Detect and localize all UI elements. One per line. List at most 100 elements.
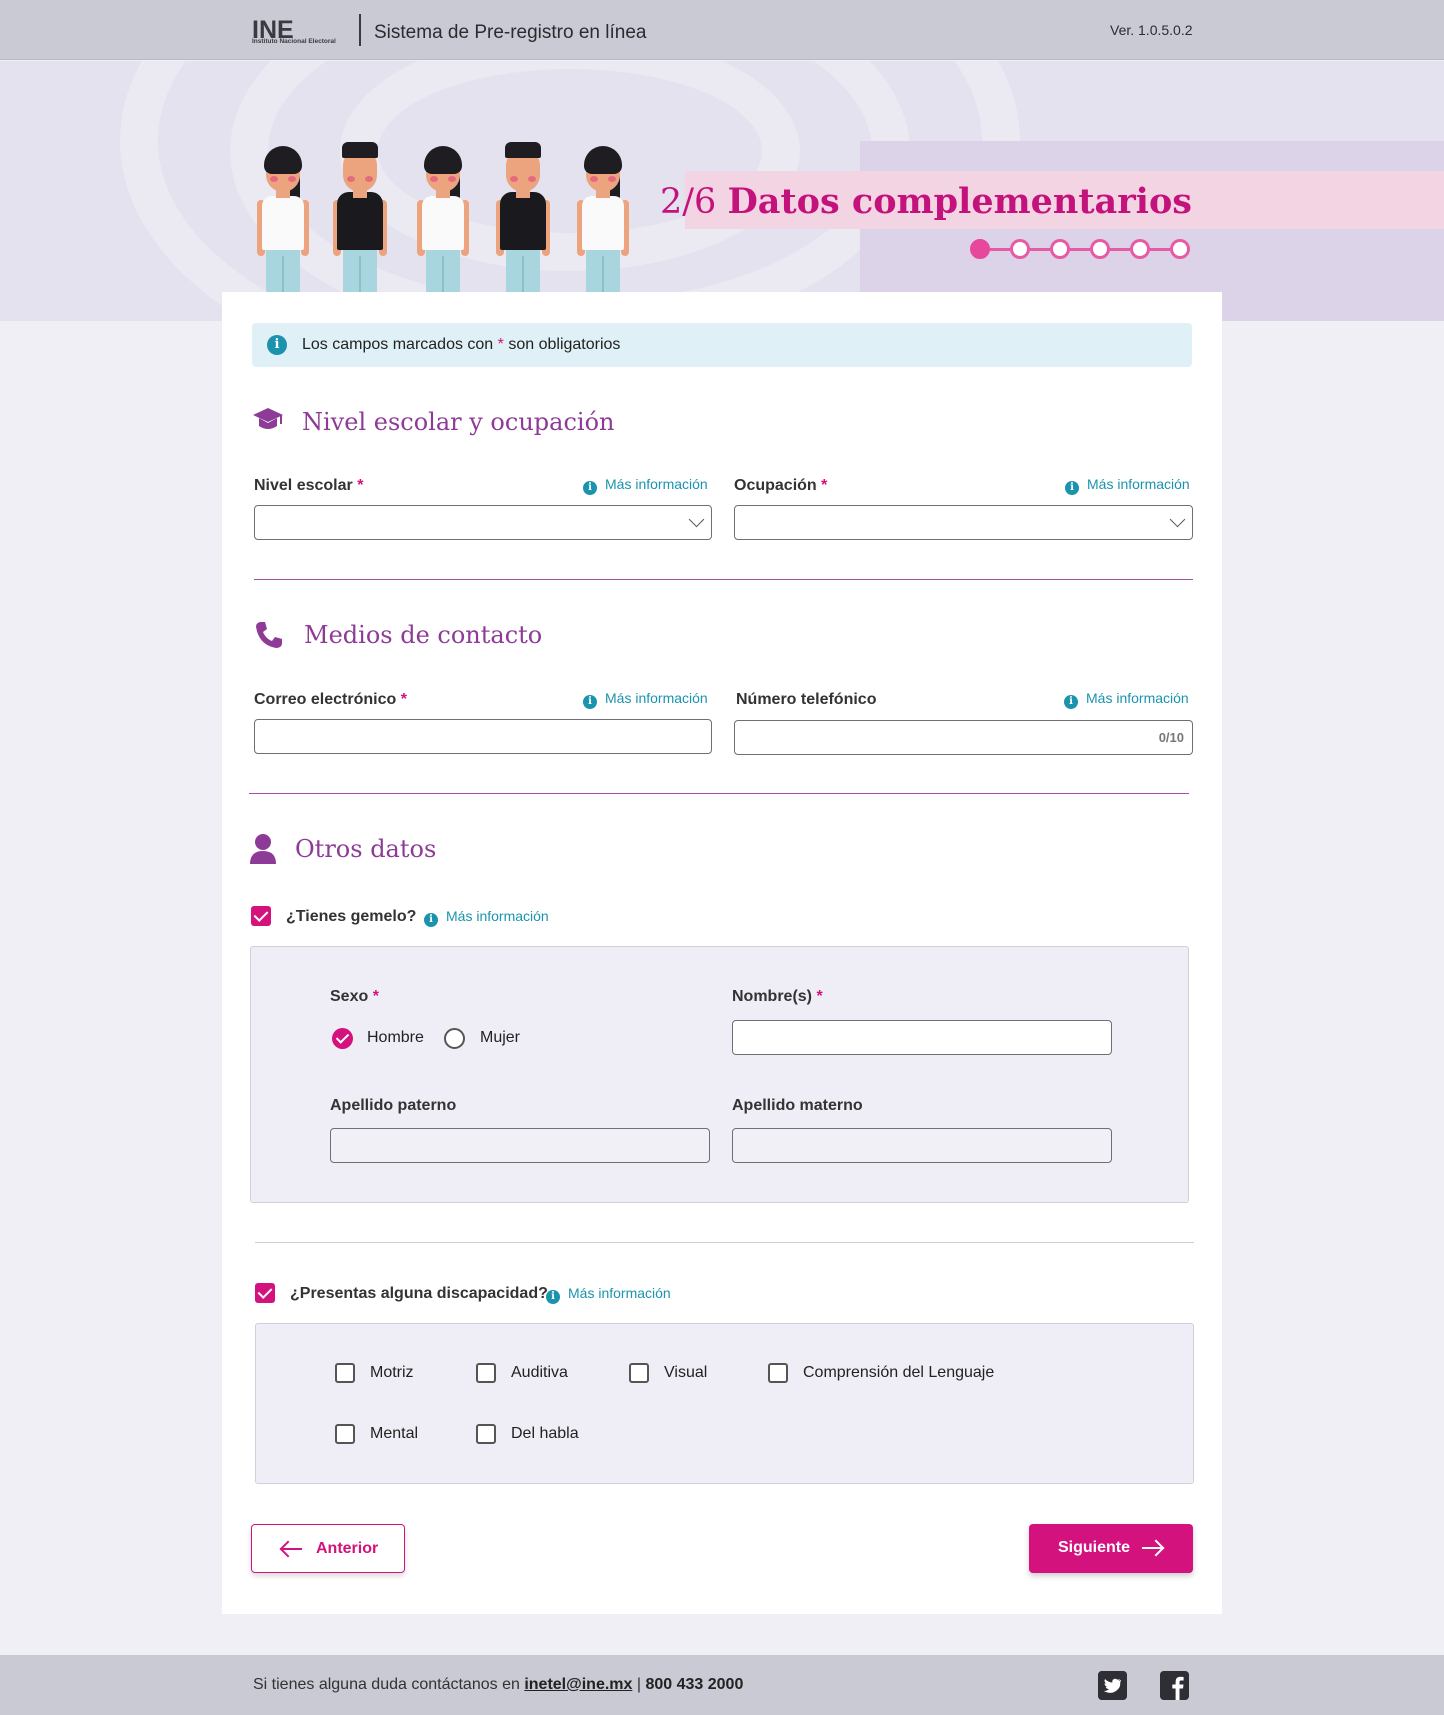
info-icon: i [424, 913, 438, 927]
arrow-left-icon [282, 1548, 302, 1550]
more-info-text: Más información [568, 1285, 671, 1301]
ine-logo[interactable]: INE Instituto Nacional Electoral [252, 14, 348, 48]
disability-option-habla: Del habla [511, 1425, 579, 1442]
email-label-text: Correo electrónico [254, 691, 397, 708]
footer-email-link[interactable]: inetel@ine.mx [524, 1676, 632, 1693]
alert-text-before: Los campos marcados con [302, 336, 494, 353]
chevron-down-icon [688, 511, 705, 528]
required-asterisk: * [821, 477, 828, 494]
step-name: Datos complementarios [727, 181, 1192, 222]
facebook-icon[interactable] [1160, 1671, 1189, 1700]
section-divider [254, 579, 1193, 580]
nivel-escolar-label: Nivel escolar * [254, 477, 363, 495]
twin-checkbox[interactable] [251, 906, 271, 926]
email-field[interactable] [254, 719, 712, 754]
nivel-escolar-select[interactable] [254, 505, 712, 540]
disability-checkbox-auditiva[interactable] [476, 1363, 496, 1383]
phone-icon [256, 622, 282, 648]
info-icon: i [583, 481, 597, 495]
nombre-label: Nombre(s) * [732, 988, 823, 1006]
system-title: Sistema de Pre-registro en línea [374, 22, 647, 43]
disability-checkbox-mental[interactable] [335, 1424, 355, 1444]
step-dot-1 [970, 239, 990, 259]
previous-button-label: Anterior [316, 1540, 379, 1557]
sexo-radio-hombre[interactable] [332, 1028, 353, 1049]
more-info-link[interactable]: i Más información [583, 690, 708, 709]
info-icon: i [1065, 481, 1079, 495]
disability-option-motriz: Motriz [370, 1364, 414, 1381]
more-info-text: Más información [605, 690, 708, 706]
person-male [496, 142, 550, 292]
apellido-paterno-field[interactable] [330, 1128, 710, 1163]
version-label: Ver. 1.0.5.0.2 [1110, 22, 1193, 38]
ocupacion-label: Ocupación * [734, 477, 827, 495]
step-dot-6 [1170, 239, 1190, 259]
disability-checkbox[interactable] [255, 1283, 275, 1303]
step-dot-5 [1130, 239, 1150, 259]
alert-text: Los campos marcados con * son obligatori… [302, 336, 620, 354]
nombre-label-text: Nombre(s) [732, 988, 813, 1005]
more-info-text: Más información [446, 908, 549, 924]
footer-text: Si tienes alguna duda contáctanos en [253, 1676, 520, 1693]
required-asterisk: * [400, 691, 407, 708]
sexo-label: Sexo * [330, 988, 379, 1006]
more-info-text: Más información [1087, 476, 1190, 492]
person-male [333, 142, 387, 292]
disability-option-lenguaje: Comprensión del Lenguaje [803, 1364, 995, 1381]
arrow-right-icon [1142, 1547, 1162, 1549]
disability-checkbox-lenguaje[interactable] [768, 1363, 788, 1383]
more-info-link[interactable]: i Más información [424, 908, 549, 927]
step-counter: 2/6 [659, 182, 717, 222]
footer-phone: 800 433 2000 [645, 1676, 744, 1693]
ocupacion-select[interactable] [734, 505, 1193, 540]
more-info-link[interactable]: i Más información [1064, 690, 1189, 709]
apellido-materno-field[interactable] [732, 1128, 1112, 1163]
graduation-cap-icon [253, 408, 283, 429]
person-female [576, 142, 629, 292]
disability-checkbox-motriz[interactable] [335, 1363, 355, 1383]
person-female [416, 142, 469, 292]
info-icon: i [1064, 695, 1078, 709]
more-info-link[interactable]: i Más información [583, 476, 708, 495]
info-icon: i [267, 335, 287, 355]
required-asterisk: * [497, 336, 504, 353]
footer: Si tienes alguna duda contáctanos en ine… [0, 1655, 1444, 1715]
next-button-label: Siguiente [1058, 1539, 1131, 1556]
disability-option-auditiva: Auditiva [511, 1364, 568, 1381]
step-dot-3 [1050, 239, 1070, 259]
logo-subtitle: Instituto Nacional Electoral [252, 38, 336, 45]
apellido-paterno-label: Apellido paterno [330, 1097, 457, 1114]
person-female [256, 142, 309, 292]
sexo-option-mujer: Mujer [480, 1029, 521, 1046]
disability-checkbox-habla[interactable] [476, 1424, 496, 1444]
disability-option-visual: Visual [664, 1364, 708, 1381]
section-divider [249, 793, 1189, 794]
info-icon: i [546, 1290, 560, 1304]
step-dot-4 [1090, 239, 1110, 259]
more-info-link[interactable]: i Más información [1065, 476, 1190, 495]
disability-question: ¿Presentas alguna discapacidad? [290, 1285, 548, 1302]
phone-char-counter: 0/10 [1158, 730, 1184, 745]
required-asterisk: * [372, 988, 379, 1005]
nivel-escolar-label-text: Nivel escolar [254, 477, 353, 494]
section-title-other: Otros datos [295, 835, 437, 863]
section-title-contact: Medios de contacto [304, 621, 543, 649]
section-divider [255, 1242, 1194, 1243]
previous-button[interactable]: Anterior [251, 1524, 405, 1573]
twitter-icon[interactable] [1098, 1671, 1127, 1700]
header-divider [359, 14, 361, 46]
nombre-field[interactable] [732, 1020, 1112, 1055]
sexo-radio-mujer[interactable] [444, 1028, 465, 1049]
more-info-text: Más información [605, 476, 708, 492]
disability-options-panel [255, 1323, 1194, 1484]
more-info-link[interactable]: i Más información [546, 1285, 671, 1304]
disability-checkbox-visual[interactable] [629, 1363, 649, 1383]
more-info-text: Más información [1086, 690, 1189, 706]
alert-text-after: son obligatorios [508, 336, 621, 353]
ocupacion-label-text: Ocupación [734, 477, 817, 494]
phone-field[interactable]: 0/10 [734, 720, 1193, 755]
user-icon [250, 834, 276, 864]
required-asterisk: * [357, 477, 364, 494]
next-button[interactable]: Siguiente [1029, 1524, 1193, 1573]
footer-contact: Si tienes alguna duda contáctanos en ine… [253, 1676, 743, 1694]
